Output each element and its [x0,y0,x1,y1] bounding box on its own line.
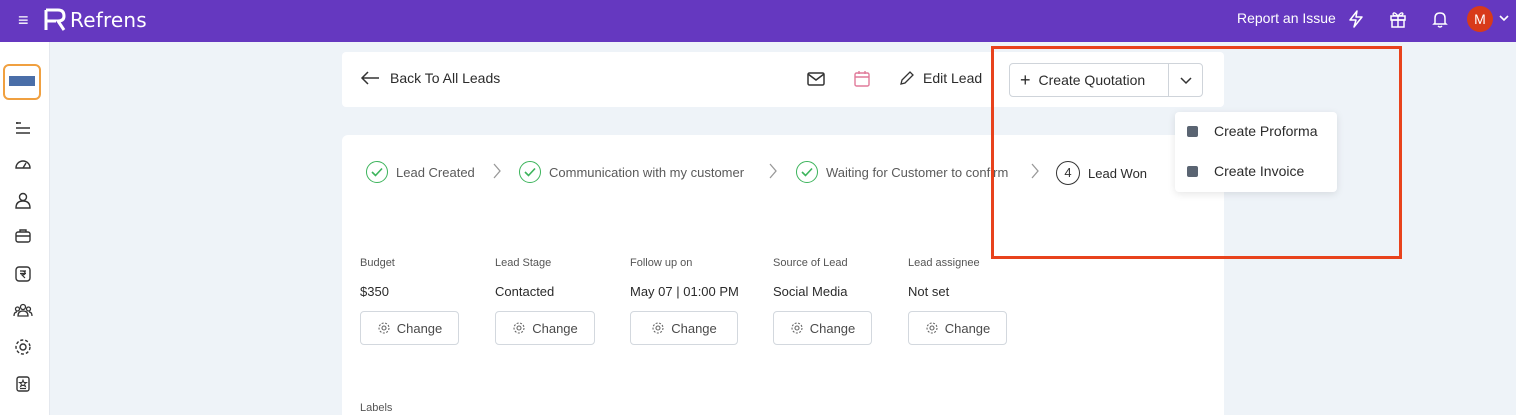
edit-lead-label: Edit Lead [923,70,983,86]
settings-icon[interactable] [13,337,33,357]
business-logo-image [9,76,35,86]
follow-up-value: May 07 | 01:00 PM [630,284,739,299]
back-label: Back To All Leads [390,70,501,86]
chevron-down-icon[interactable] [1498,11,1510,23]
pencil-icon [900,71,914,85]
step-waiting-confirm: Waiting for Customer to confirm [796,161,1008,183]
assignee-value: Not set [908,284,950,299]
change-follow-up-button[interactable]: Change [630,311,738,345]
change-assignee-button[interactable]: Change [908,311,1007,345]
user-icon[interactable] [13,190,33,210]
user-avatar[interactable]: M [1467,6,1493,32]
refrens-logo[interactable]: Refrens [44,6,147,34]
app-name: Refrens [70,8,147,32]
gear-icon [791,322,803,334]
follow-up-label: Follow up on [630,257,693,269]
bell-icon[interactable] [1430,9,1452,31]
gear-icon [513,322,525,334]
source-label: Source of Lead [773,257,848,269]
step-lead-created: Lead Created [366,161,475,183]
check-circle-icon [366,161,388,183]
gear-icon [378,322,390,334]
menu-icon[interactable]: ≡ [18,11,36,29]
gear-icon [652,322,664,334]
mail-icon[interactable] [806,70,826,88]
gift-icon[interactable] [1388,9,1410,31]
change-label: Change [396,320,443,336]
team-icon[interactable] [13,300,33,320]
badge-icon[interactable] [13,374,33,394]
step-label: Lead Created [396,164,475,180]
source-value: Social Media [773,284,848,299]
rupee-icon[interactable] [13,264,33,284]
step-communication: Communication with my customer [519,161,744,183]
report-issue-link[interactable]: Report an Issue [1237,10,1336,26]
highlight-box [991,46,1402,259]
assignee-label: Lead assignee [908,257,980,269]
lightning-icon[interactable] [1346,9,1368,31]
edit-lead-button[interactable]: Edit Lead [899,70,982,86]
change-label: Change [671,320,717,336]
lead-stage-label: Lead Stage [495,257,552,269]
sidebar [0,42,50,415]
list-icon[interactable] [13,118,33,138]
step-label: Waiting for Customer to confirm [826,164,1009,180]
dashboard-icon[interactable] [13,154,33,174]
change-label: Change [532,320,578,336]
budget-label: Budget [360,257,395,269]
refrens-logo-icon [44,8,66,32]
arrow-left-icon [360,71,379,85]
change-label: Change [809,320,856,336]
budget-value: $350 [360,284,389,299]
chevron-right-icon [767,161,779,181]
change-source-button[interactable]: Change [773,311,872,345]
briefcase-icon[interactable] [13,226,33,246]
step-label: Communication with my customer [549,164,745,180]
gear-icon [926,322,938,334]
lead-stage-value: Contacted [495,284,555,299]
chevron-right-icon [491,161,503,181]
top-navbar: ≡ Refrens Report an Issue M [0,0,1516,42]
change-budget-button[interactable]: Change [360,311,459,345]
business-logo[interactable] [3,64,41,100]
calendar-icon[interactable] [852,69,872,89]
labels-heading: Labels [360,402,393,414]
back-to-leads-link[interactable]: Back To All Leads [360,70,500,86]
change-lead-stage-button[interactable]: Change [495,311,595,345]
check-circle-icon [519,161,541,183]
check-circle-icon [796,161,818,183]
change-label: Change [944,320,991,336]
